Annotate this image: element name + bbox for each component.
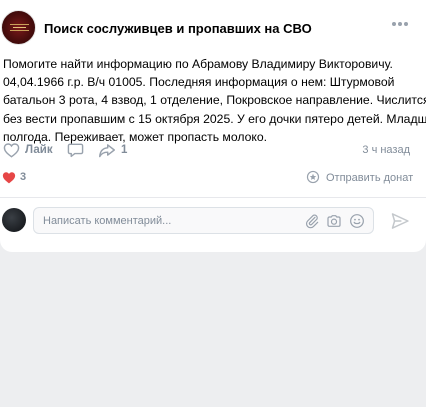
post-text: Помогите найти информацию по Абрамову Вл… [3,55,426,146]
comment-box [33,207,374,234]
divider [0,197,426,198]
avatar-emblem-line [13,27,26,28]
comment-input[interactable] [43,213,303,229]
donate-label: Отправить донат [326,172,414,184]
reaction-count: 3 [20,171,27,183]
comment-bubble-icon [67,142,84,158]
post-header: Поиск сослуживцев и пропавших на СВО [0,0,426,50]
group-avatar[interactable] [1,10,36,45]
post-text-line: 04,04.1966 г.р. В/ч 01005. Последняя инф… [3,75,395,90]
user-avatar[interactable] [2,208,26,232]
smile-icon[interactable] [349,213,365,229]
post-text-line: без вести пропавшим с 15 октября 2025. У… [3,111,426,126]
send-icon[interactable] [390,211,410,231]
group-name-link[interactable]: Поиск сослуживцев и пропавших на СВО [44,21,312,36]
share-arrow-icon [98,142,116,158]
share-button[interactable]: 1 [98,139,127,161]
camera-icon[interactable] [326,213,342,229]
like-button[interactable]: Лайк [3,139,53,161]
paperclip-icon[interactable] [304,213,320,229]
heart-filled-icon [2,171,16,184]
post-text-line: Помогите найти информацию по Абрамову Вл… [3,57,393,71]
heart-outline-icon [3,142,20,158]
post-card: Поиск сослуживцев и пропавших на СВО Пом… [0,0,426,252]
post-text-line: батальон 3 рота, 4 взвод, 1 отделение, П… [3,93,426,108]
post-time[interactable]: 3 ч назад [362,144,410,156]
like-label: Лайк [25,144,53,156]
comment-button[interactable] [67,139,84,161]
donate-icon [306,170,320,184]
share-count: 1 [121,144,128,156]
more-horizontal-icon[interactable] [392,22,408,28]
